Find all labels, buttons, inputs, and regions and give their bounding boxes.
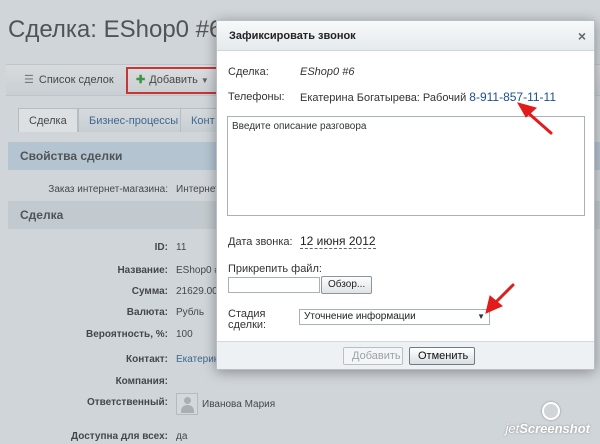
browse-button[interactable]: Обзор...	[321, 276, 373, 294]
deal-stage-value: Уточнение информации	[304, 311, 416, 322]
deal-stage-select[interactable]: Уточнение информации ▼	[299, 309, 490, 325]
phones-label: Телефоны:	[228, 91, 285, 103]
file-path-input[interactable]	[228, 277, 320, 293]
deal-value: EShop0 #6	[300, 66, 355, 78]
log-call-dialog: Зафиксировать звонок × Сделка: EShop0 #6…	[216, 20, 595, 370]
attach-file-label: Прикрепить файл:	[228, 263, 322, 275]
call-description-input[interactable]	[227, 116, 585, 216]
dialog-title: Зафиксировать звонок	[229, 30, 356, 42]
call-date-picker[interactable]: 12 июня 2012	[300, 234, 376, 249]
watermark: jetScreenshot	[505, 421, 590, 436]
call-date-label: Дата звонка:	[228, 236, 293, 248]
stage-label-line2: сделки:	[228, 319, 267, 331]
add-call-button[interactable]: Добавить	[343, 347, 403, 365]
dialog-footer: Добавить Отменить	[217, 341, 594, 369]
phone-owner: Екатерина Богатырева: Рабочий	[300, 92, 467, 104]
dialog-header[interactable]: Зафиксировать звонок ×	[217, 21, 594, 51]
watermark-logo-icon	[542, 402, 560, 420]
phone-number-link[interactable]: 8-911-857-11-11	[469, 90, 556, 104]
deal-label: Сделка:	[228, 66, 269, 78]
phones-value: Екатерина Богатырева: Рабочий 8-911-857-…	[300, 90, 556, 104]
close-icon[interactable]: ×	[578, 21, 586, 51]
cancel-button[interactable]: Отменить	[409, 347, 475, 365]
chevron-down-icon: ▼	[477, 312, 485, 321]
